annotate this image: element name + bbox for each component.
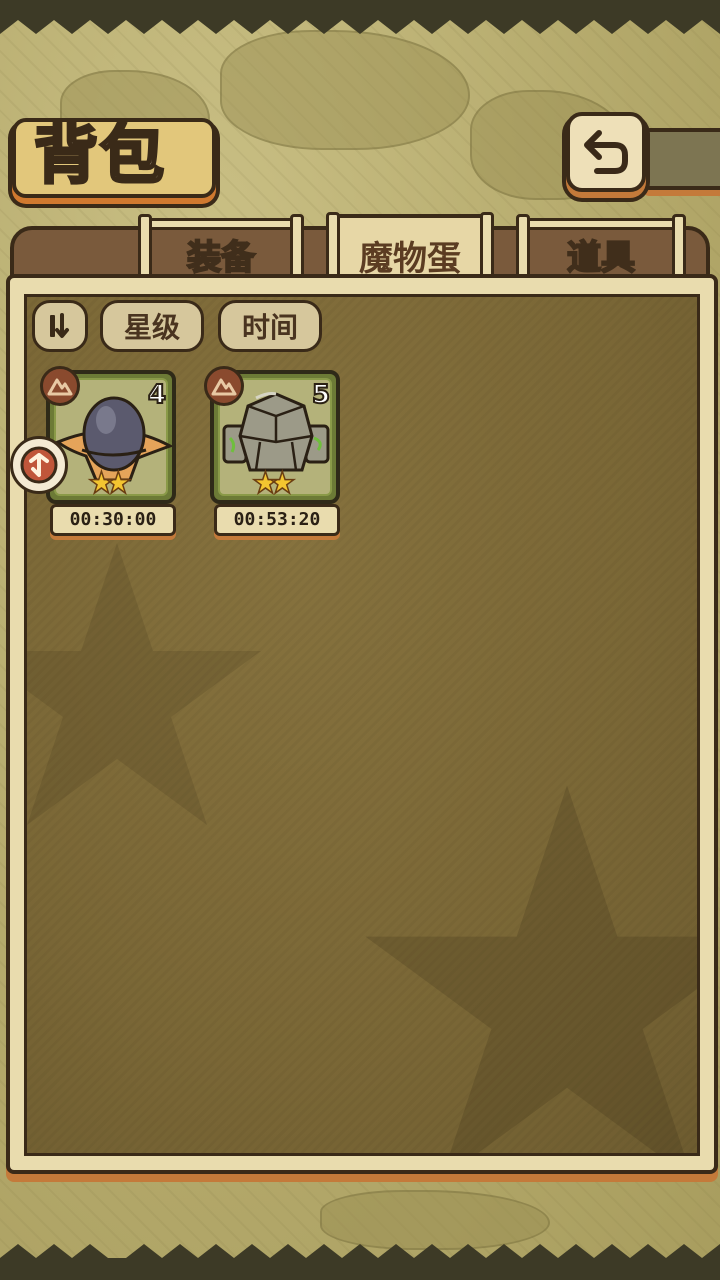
- sort-toggle-button[interactable]: [32, 300, 88, 352]
- tab-label: 魔物蛋: [359, 238, 461, 279]
- new-item-badge: [10, 436, 68, 494]
- return-arrow-icon: [584, 130, 628, 174]
- star-watermark: [365, 785, 697, 1153]
- egg-star-rating: ★★: [87, 465, 132, 502]
- bottom-jagged-border: [0, 1244, 720, 1280]
- mountain-rank-icon: [204, 366, 244, 406]
- sort-toggle-icon: [50, 313, 69, 338]
- egg-hatch-timer: 00:53:20: [214, 504, 340, 536]
- star-watermark: [27, 543, 261, 825]
- time-filter-button[interactable]: 时间: [218, 300, 322, 352]
- egg-count: 5: [311, 379, 331, 411]
- egg-star-rating: ★★: [251, 465, 296, 502]
- back-button[interactable]: [566, 112, 646, 192]
- tab-label: 装备: [186, 237, 256, 279]
- mountain-rank-icon: [40, 366, 80, 406]
- egg-count: 4: [147, 379, 167, 411]
- star-filter-label: 星级: [123, 311, 180, 344]
- back-button-rail: [640, 128, 720, 190]
- page-title: 背包: [33, 117, 166, 195]
- arrow-badge-icon: [20, 446, 58, 484]
- top-jagged-border: [0, 0, 720, 34]
- egg-hatch-timer: 00:30:00: [50, 504, 176, 536]
- tab-label: 道具: [566, 237, 636, 279]
- time-filter-label: 时间: [241, 311, 298, 344]
- star-filter-button[interactable]: 星级: [100, 300, 204, 352]
